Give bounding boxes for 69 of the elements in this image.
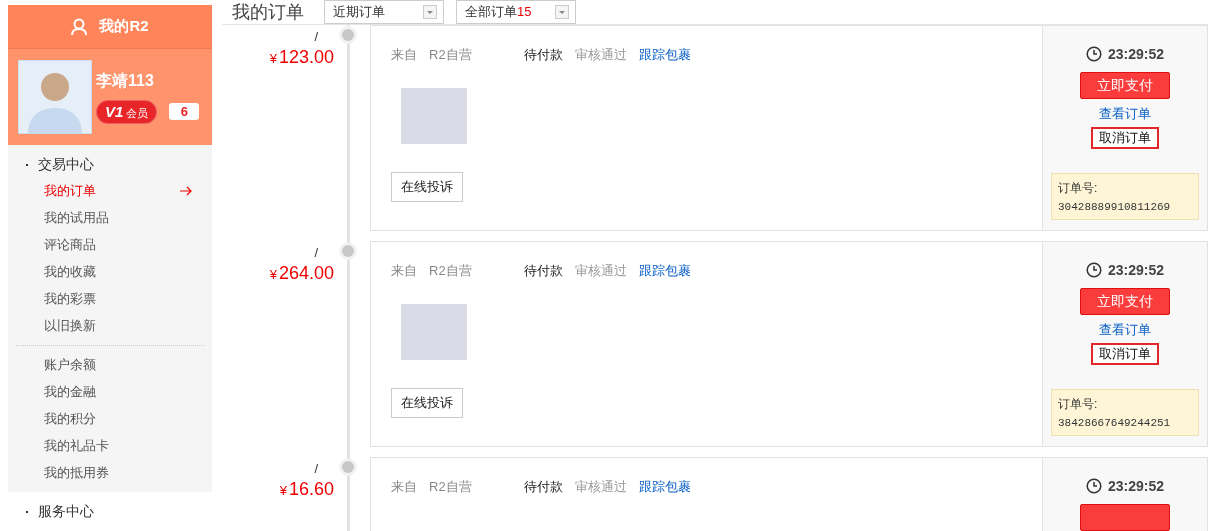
caret-icon: [555, 5, 569, 19]
source-label: 来自: [391, 262, 417, 280]
section-title: 服务中心: [38, 503, 94, 521]
track-package-link[interactable]: 跟踪包裹: [638, 46, 691, 64]
user-icon: [71, 17, 88, 36]
order-status: 审核通过: [574, 46, 627, 64]
seller-name: R2自营: [429, 262, 472, 280]
order-number: 38428667649244251: [1058, 417, 1172, 429]
complaint-button[interactable]: 在线投诉: [391, 388, 463, 418]
clock-icon: [1085, 262, 1102, 278]
timeline-dot: [339, 242, 357, 260]
product-photo-placeholder: [401, 304, 467, 360]
cancel-order-button[interactable]: 取消订单: [1091, 127, 1159, 149]
user-name: 李靖113: [96, 70, 155, 91]
sidebar-title: 我的R2: [99, 17, 149, 36]
clock-icon: [1085, 478, 1102, 494]
complaint-button[interactable]: 在线投诉: [391, 172, 463, 202]
order-price: ¥16.60: [279, 479, 334, 500]
sidebar-item[interactable]: 账户余额: [44, 351, 204, 378]
source-label: 来自: [391, 478, 417, 496]
sidebar-item[interactable]: 以旧换新: [44, 312, 212, 339]
sidebar-item[interactable]: 我的抵用券: [44, 459, 204, 486]
track-package-link[interactable]: 跟踪包裹: [638, 262, 691, 280]
separator-mark: /: [314, 29, 318, 44]
order-number-label: 订单号:: [1058, 396, 1099, 413]
separator-mark: /: [314, 245, 318, 260]
order-status: 审核通过: [574, 262, 627, 280]
countdown-time: 23:29:52: [1107, 262, 1164, 278]
track-package-link[interactable]: 跟踪包裹: [638, 478, 691, 496]
sidebar-item[interactable]: 我的试用品: [44, 204, 212, 231]
order-status: 待付款: [523, 46, 563, 64]
sidebar-item[interactable]: 我的积分: [44, 405, 204, 432]
order-status: 待付款: [523, 478, 563, 496]
sidebar-item[interactable]: 我的金融: [44, 378, 204, 405]
sidebar-item[interactable]: 我的礼品卡: [44, 432, 204, 459]
clock-icon: [1085, 46, 1102, 62]
separator-mark: /: [314, 461, 318, 476]
seller-name: R2自营: [429, 478, 472, 496]
filter-dropdown[interactable]: 近期订单: [324, 0, 444, 24]
sidebar-item[interactable]: 评论商品: [44, 231, 212, 258]
sidebar-item[interactable]: 我的订单: [44, 177, 212, 204]
countdown-time: 23:29:52: [1107, 46, 1164, 62]
cancel-order-button[interactable]: 取消订单: [1091, 343, 1159, 365]
product-photo-placeholder: [401, 88, 467, 144]
filter-dropdown[interactable]: 全部订单15: [456, 0, 576, 24]
arrow-icon: [180, 185, 192, 196]
order-price: ¥264.00: [269, 263, 334, 284]
message-count-badge[interactable]: 6: [169, 103, 200, 120]
order-status: 待付款: [523, 262, 563, 280]
countdown-time: 23:29:52: [1107, 478, 1164, 494]
view-order-link[interactable]: 查看订单: [1099, 321, 1151, 339]
timeline-dot: [339, 458, 357, 476]
timeline-dot: [339, 26, 357, 44]
member-level-badge: V1 会员: [96, 99, 158, 124]
page-title: 我的订单: [232, 1, 304, 24]
pay-button[interactable]: 立即支付: [1080, 72, 1170, 99]
source-label: 来自: [391, 46, 417, 64]
pay-button[interactable]: [1080, 504, 1170, 531]
sidebar-item[interactable]: 我的彩票: [44, 285, 212, 312]
section-title: 交易中心: [38, 156, 94, 174]
order-number: 30428889910811269: [1058, 201, 1172, 213]
seller-name: R2自营: [429, 46, 472, 64]
view-order-link[interactable]: 查看订单: [1099, 105, 1151, 123]
order-number-label: 订单号:: [1058, 180, 1099, 197]
order-status: 审核通过: [574, 478, 627, 496]
pay-button[interactable]: 立即支付: [1080, 288, 1170, 315]
caret-icon: [423, 5, 437, 19]
order-price: ¥123.00: [269, 47, 334, 68]
sidebar-item[interactable]: 我的收藏: [44, 258, 212, 285]
